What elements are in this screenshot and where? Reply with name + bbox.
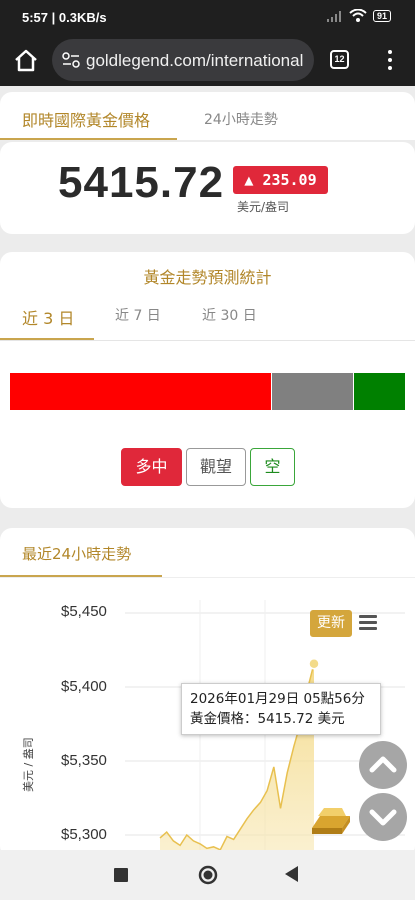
signal-icon	[326, 10, 341, 22]
status-bar: 5:57 | 0.3KB/s 91	[0, 0, 415, 34]
home-icon[interactable]	[12, 46, 40, 74]
home-nav-icon[interactable]	[198, 865, 218, 885]
active-tab-indicator	[0, 138, 177, 140]
tooltip-time: 2026年01月29日 05點56分	[190, 691, 365, 707]
tooltip-price: 黃金價格：5415.72 美元	[190, 711, 345, 727]
distribution-segment	[354, 373, 405, 410]
wifi-icon	[349, 9, 367, 22]
tab-24h-trend[interactable]: 24小時走勢	[204, 109, 278, 129]
tab-30-days[interactable]: 近 30 日	[202, 305, 257, 325]
url-text: goldlegend.com/international	[86, 51, 304, 70]
tab-live-price[interactable]: 即時國際黃金價格	[22, 107, 150, 131]
forecast-tab-indicator	[0, 338, 94, 340]
chevron-down-icon	[369, 809, 397, 826]
browser-toolbar: goldlegend.com/international 12	[0, 34, 415, 86]
bear-button[interactable]: 空	[250, 448, 295, 486]
neutral-button[interactable]: 觀望	[186, 448, 246, 486]
forecast-title: 黃金走勢預測統計	[143, 268, 272, 287]
chart-menu-icon[interactable]	[359, 615, 377, 631]
y-tick-label: $5,350	[61, 752, 107, 769]
tab-3-days[interactable]: 近 3 日	[22, 305, 74, 329]
price-change-badge: ▲ 235.09	[233, 166, 328, 194]
site-settings-icon[interactable]	[62, 52, 80, 68]
y-tick-label: $5,400	[61, 678, 107, 695]
update-button[interactable]: 更新	[310, 610, 352, 637]
tab-7-days[interactable]: 近 7 日	[115, 305, 161, 325]
tab-switcher-button[interactable]: 12	[330, 50, 349, 69]
address-bar[interactable]: goldlegend.com/international	[52, 39, 314, 81]
chevron-up-icon	[369, 756, 397, 773]
recents-icon[interactable]	[114, 868, 128, 882]
y-axis-title: 美元 / 盎司	[22, 737, 35, 792]
gold-price: 5415.72	[58, 158, 225, 207]
distribution-segment	[272, 373, 353, 410]
status-time: 5:57 | 0.3KB/s	[22, 10, 107, 25]
gold-bar-icon	[312, 808, 350, 834]
battery-icon: 91	[372, 9, 391, 22]
scroll-up-button[interactable]	[359, 741, 407, 789]
distribution-segment	[10, 373, 271, 410]
bull-button[interactable]: 多中	[121, 448, 182, 486]
browser-menu-icon[interactable]	[382, 48, 398, 72]
price-change-value: 235.09	[262, 171, 317, 189]
y-tick-label: $5,300	[61, 826, 107, 843]
y-tick-label: $5,450	[61, 603, 107, 620]
chart-tooltip: 2026年01月29日 05點56分 黃金價格：5415.72 美元	[181, 683, 381, 735]
price-tab-header: 即時國際黃金價格 24小時走勢	[0, 92, 415, 140]
status-icons: 91	[326, 9, 391, 22]
system-nav-bar	[0, 850, 415, 900]
up-triangle-icon: ▲	[244, 171, 254, 189]
price-unit: 美元/盎司	[237, 200, 290, 214]
trend-title: 最近24小時走勢	[22, 545, 132, 563]
back-icon[interactable]	[285, 866, 299, 882]
scroll-down-button[interactable]	[359, 793, 407, 841]
